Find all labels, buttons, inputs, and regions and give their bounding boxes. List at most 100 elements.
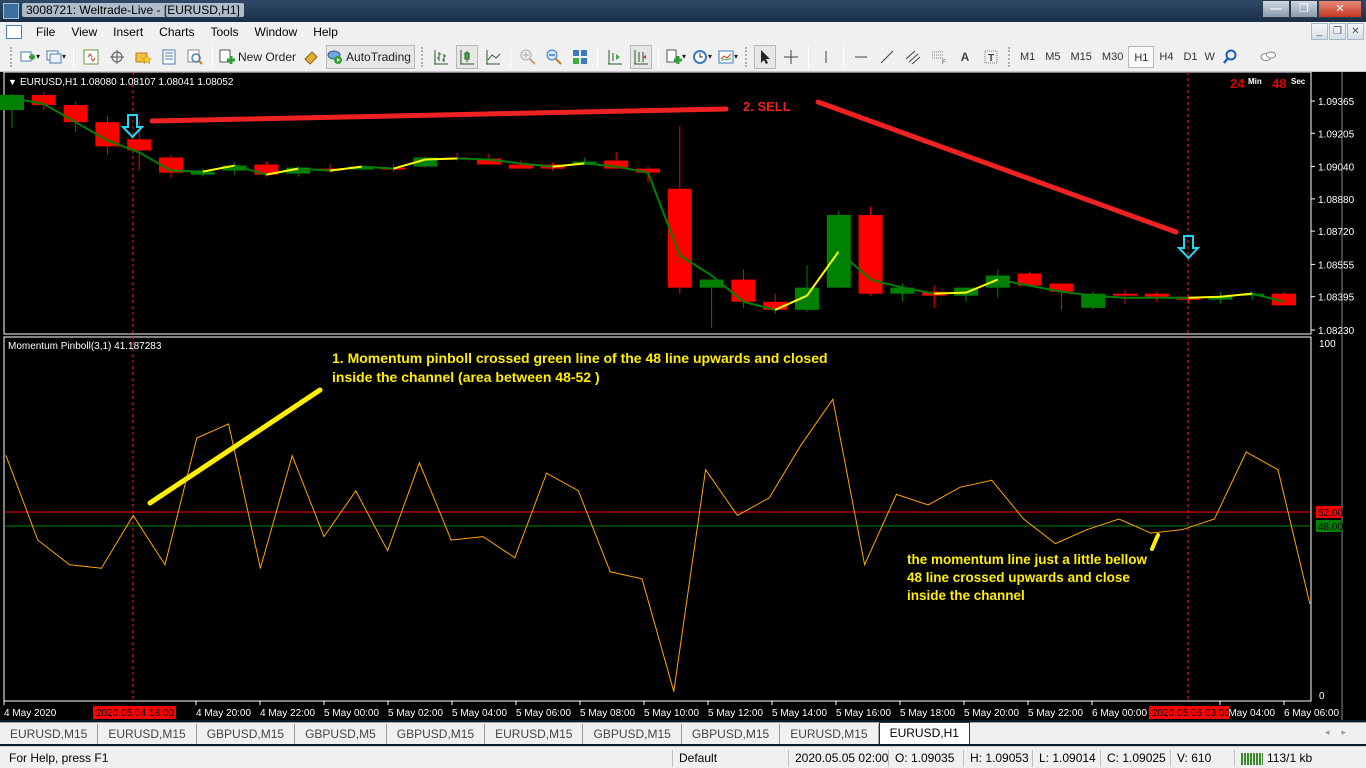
status-traffic: 113/1 kb xyxy=(1234,750,1312,767)
toolbar-grip[interactable] xyxy=(744,46,748,67)
chart-tab[interactable]: EURUSD,M15 xyxy=(98,724,197,744)
minimize-button[interactable]: — xyxy=(1262,0,1290,18)
chart-tab[interactable]: EURUSD,M15 xyxy=(0,724,99,744)
zoom-in-icon xyxy=(520,49,536,65)
menu-file[interactable]: File xyxy=(28,22,63,42)
zoom-out-button[interactable] xyxy=(543,45,565,69)
chat-button[interactable] xyxy=(1257,45,1279,69)
chart-tab[interactable]: GBPUSD,M15 xyxy=(387,724,486,744)
chart-window[interactable]: 1.09365 1.09205 1.09040 1.08880 1.08720 1.085… xyxy=(0,72,1366,720)
chart-shift-icon xyxy=(633,49,648,64)
metaeditor-icon xyxy=(304,50,318,65)
data-window-button[interactable] xyxy=(106,45,128,69)
timer-sec-label: Sec xyxy=(1291,77,1306,86)
menu-view[interactable]: View xyxy=(63,22,105,42)
crosshair-button[interactable] xyxy=(780,45,802,69)
momentum-point xyxy=(768,497,770,499)
chart-tab-active[interactable]: EURUSD,H1 xyxy=(878,722,970,744)
strategy-tester-button[interactable] xyxy=(184,45,206,69)
timeframe-h1[interactable]: H1 xyxy=(1128,45,1155,68)
menu-charts[interactable]: Charts xyxy=(151,22,202,42)
price-tick-label: 1.08720 xyxy=(1318,227,1355,238)
terminal-icon xyxy=(162,49,176,64)
toolbar-separator xyxy=(212,45,213,68)
fibonacci-button[interactable]: F xyxy=(928,45,950,69)
profiles-button[interactable]: ▾ xyxy=(45,45,67,69)
menu-insert[interactable]: Insert xyxy=(105,22,151,42)
new-order-button[interactable]: New Order xyxy=(219,45,296,69)
chart-tab[interactable]: EURUSD,M15 xyxy=(780,724,879,744)
autotrading-button[interactable]: AutoTrading xyxy=(326,44,415,69)
autotrading-icon xyxy=(327,50,343,64)
templates-button[interactable]: ▾ xyxy=(717,45,739,69)
sell-trendline-diagonal[interactable] xyxy=(815,99,1179,235)
annotation-highlight-line[interactable] xyxy=(147,387,323,506)
chart-tab[interactable]: EURUSD,M15 xyxy=(485,724,584,744)
momentum-point xyxy=(5,455,7,457)
chart-tab[interactable]: GBPUSD,M5 xyxy=(295,724,387,744)
chart-tab[interactable]: GBPUSD,M15 xyxy=(583,724,682,744)
timeframe-h4[interactable]: H4 xyxy=(1154,46,1178,68)
toolbar-grip[interactable] xyxy=(420,46,424,67)
cursor-button[interactable] xyxy=(753,44,776,69)
restore-button[interactable]: ❐ xyxy=(1290,0,1318,18)
connection-icon xyxy=(1241,752,1263,765)
market-watch-button[interactable] xyxy=(80,45,102,69)
text-label-button[interactable]: T xyxy=(980,45,1002,69)
autoscroll-button[interactable] xyxy=(604,45,626,69)
annotation-highlight-mark[interactable] xyxy=(1150,533,1160,551)
bar-chart-button[interactable] xyxy=(430,45,452,69)
candle-body xyxy=(63,105,88,123)
tab-scroll-arrows[interactable]: ◂▸ xyxy=(1325,727,1358,738)
chart-shift-button[interactable] xyxy=(629,44,652,69)
chart-restore-button[interactable]: ❐ xyxy=(1329,23,1346,40)
terminal-button[interactable] xyxy=(158,45,180,69)
chart-close-button[interactable]: ✕ xyxy=(1347,23,1364,40)
periods-button[interactable]: ▾ xyxy=(691,45,713,69)
timeframe-m30[interactable]: M30 xyxy=(1097,46,1128,68)
vertical-line-button[interactable] xyxy=(815,45,837,69)
chart-minimize-button[interactable]: _ xyxy=(1311,23,1328,40)
autoscroll-icon xyxy=(607,49,622,64)
trendline-button[interactable] xyxy=(876,45,898,69)
indicators-button[interactable]: ▾ xyxy=(665,45,687,69)
timeframe-m1[interactable]: M1 xyxy=(1015,46,1040,68)
timeframe-d1[interactable]: D1 xyxy=(1178,46,1202,68)
timeframe-w1[interactable]: W xyxy=(1203,46,1217,68)
chart-tab[interactable]: GBPUSD,M15 xyxy=(682,724,781,744)
line-chart-button[interactable] xyxy=(482,45,504,69)
status-close: C: 1.09025 xyxy=(1100,750,1166,767)
timeframe-m15[interactable]: M15 xyxy=(1066,46,1097,68)
zoom-in-button[interactable] xyxy=(517,45,539,69)
toolbar-grip[interactable] xyxy=(10,46,13,67)
search-button[interactable] xyxy=(1219,45,1241,69)
equidistant-channel-button[interactable] xyxy=(902,45,924,69)
momentum-point xyxy=(228,423,230,425)
toolbar-grip[interactable] xyxy=(1007,46,1011,67)
chart-tab[interactable]: GBPUSD,M15 xyxy=(197,724,296,744)
candlestick-button[interactable] xyxy=(455,44,478,69)
menu-tools[interactable]: Tools xyxy=(203,22,247,42)
candle-body xyxy=(0,94,24,111)
time-tick-label: 5 May 12:00 xyxy=(708,708,763,719)
navigator-icon xyxy=(135,52,151,64)
tile-windows-button[interactable] xyxy=(569,45,591,69)
new-chart-button[interactable]: ▾ xyxy=(19,45,41,69)
timeframe-m5[interactable]: M5 xyxy=(1040,46,1065,68)
chart-canvas[interactable]: 1.09365 1.09205 1.09040 1.08880 1.08720 1.085… xyxy=(0,72,1366,720)
momentum-point xyxy=(864,564,866,566)
market-watch-icon xyxy=(83,49,99,64)
navigator-button[interactable] xyxy=(132,45,154,69)
sell-trendline-horizontal[interactable] xyxy=(149,106,729,124)
close-button[interactable]: ✕ xyxy=(1318,0,1362,18)
chart-menu-triangle[interactable]: ▼ xyxy=(8,77,17,87)
chart-window-icon[interactable] xyxy=(6,25,22,39)
status-profile[interactable]: Default xyxy=(672,750,717,767)
text-button[interactable]: A xyxy=(954,45,976,69)
metaeditor-button[interactable] xyxy=(300,45,322,69)
horizontal-line-button[interactable] xyxy=(850,45,872,69)
momentum-point xyxy=(736,514,738,516)
momentum-point xyxy=(1118,518,1120,520)
menu-help[interactable]: Help xyxy=(305,22,346,42)
menu-window[interactable]: Window xyxy=(247,22,306,42)
